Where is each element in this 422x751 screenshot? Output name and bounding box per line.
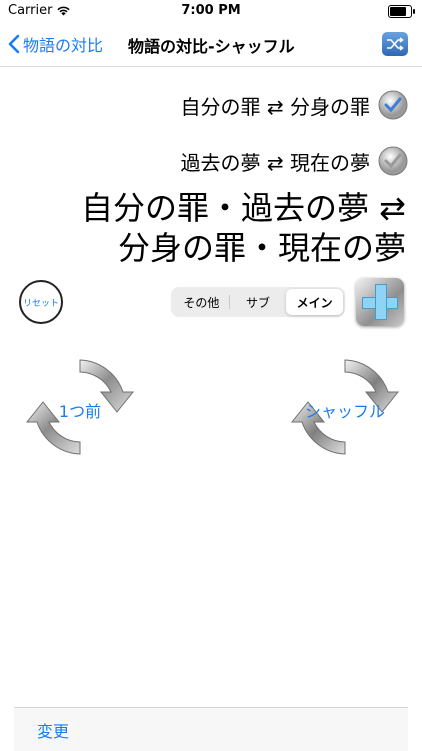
rule-text: 自分の罪 ⇄ 分身の罪 [180,94,370,119]
shuffle-button[interactable]: シャッフル [290,352,400,462]
battery-fill [390,7,407,16]
shuffle-nav-button[interactable] [382,32,408,56]
combined-line-1: 自分の罪・過去の夢 ⇄ [81,189,406,227]
checkmark-icon [378,90,408,120]
back-label: 物語の対比 [23,36,104,55]
add-button[interactable] [356,278,404,326]
checkmark-icon [378,146,408,176]
segment-main[interactable]: メイン [286,289,344,315]
status-time: 7:00 PM [181,3,241,18]
reset-label: リセット [22,298,59,309]
back-button[interactable]: 物語の対比 [8,32,103,56]
page-title: 物語の対比-シャッフル [128,37,295,56]
segment-sub[interactable]: サブ [230,289,287,315]
previous-label: 1つ前 [58,402,102,421]
shuffle-icon [387,37,404,51]
bottom-toolbar: 変更 [14,707,408,751]
rule-text: 過去の夢 ⇄ 現在の夢 [180,150,370,175]
rule-item[interactable]: 自分の罪 ⇄ 分身の罪 [181,90,408,120]
reset-button[interactable]: リセット [19,280,63,324]
plus-icon-vertical [375,284,387,320]
segmented-control: その他 サブ メイン [171,287,345,317]
battery-icon [388,5,415,18]
combined-line-2: 分身の罪・現在の夢 [117,229,406,267]
segment-other[interactable]: その他 [173,289,230,315]
rule-item[interactable]: 過去の夢 ⇄ 現在の夢 [181,146,408,176]
nav-bar: 物語の対比 物語の対比-シャッフル [0,22,422,67]
previous-button[interactable]: 1つ前 [25,352,135,462]
status-bar: Carrier 7:00 PM [0,0,422,22]
shuffle-label: シャッフル [304,402,385,421]
combined-result: 自分の罪・過去の夢 ⇄ 分身の罪・現在の夢 [81,188,406,268]
chevron-left-icon [8,34,20,54]
change-button[interactable]: 変更 [37,718,69,742]
